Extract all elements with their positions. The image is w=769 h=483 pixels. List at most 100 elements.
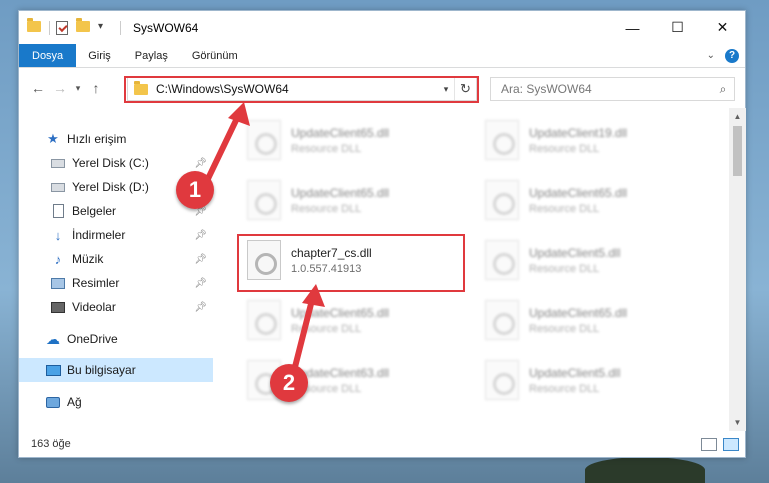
cloud-icon: ☁ xyxy=(46,330,60,347)
nav-item-quick-access[interactable]: ★ Hızlı erişim xyxy=(19,127,213,151)
pin-icon: 📌︎ xyxy=(194,277,207,289)
quick-access-toolbar: ▾ xyxy=(19,11,120,44)
up-arrow-icon[interactable]: ↑ xyxy=(85,80,107,96)
pictures-icon xyxy=(50,276,66,290)
file-type: Resource DLL xyxy=(529,382,600,395)
file-type: Resource DLL xyxy=(291,142,362,155)
videos-icon xyxy=(50,300,66,314)
file-tile[interactable]: UpdateClient65.dll Resource DLL xyxy=(247,114,477,166)
file-type: Resource DLL xyxy=(291,322,362,335)
nav-item-label: Resimler xyxy=(72,276,120,290)
file-name: UpdateClient65.dll xyxy=(291,125,390,140)
dll-file-icon xyxy=(247,180,281,220)
desktop-palm-silhouette xyxy=(585,457,705,483)
properties-icon[interactable] xyxy=(56,20,68,35)
file-type: Resource DLL xyxy=(529,142,600,155)
details-view-icon[interactable] xyxy=(701,437,717,451)
back-arrow-icon[interactable]: ← xyxy=(27,80,49,96)
address-highlight-box xyxy=(124,76,479,103)
forward-arrow-icon[interactable]: → xyxy=(49,80,71,96)
pin-icon: 📌︎ xyxy=(194,229,207,241)
tab-file[interactable]: Dosya xyxy=(19,44,77,67)
dll-file-icon xyxy=(485,300,519,340)
file-name: UpdateClient65.dll xyxy=(529,305,628,320)
music-icon: ♪ xyxy=(54,251,62,267)
help-icon[interactable]: ? xyxy=(725,48,739,63)
file-tile[interactable]: UpdateClient65.dll Resource DLL xyxy=(485,294,715,346)
pin-icon: 📌︎ xyxy=(194,301,207,313)
file-tile[interactable]: UpdateClient5.dll Resource DLL xyxy=(485,234,715,286)
file-type: Resource DLL xyxy=(291,202,362,215)
tab-view[interactable]: Görünüm xyxy=(180,44,250,67)
vertical-scrollbar[interactable]: ▲ ▼ xyxy=(729,108,746,431)
search-icon[interactable]: ⌕ xyxy=(712,82,734,97)
nav-item-label: İndirmeler xyxy=(72,228,126,242)
close-button[interactable]: ✕ xyxy=(700,11,745,44)
step-2-badge: 2 xyxy=(270,364,308,402)
minimize-button[interactable]: — xyxy=(610,11,655,44)
nav-item-music[interactable]: ♪ Müzik 📌︎ xyxy=(19,247,213,271)
scroll-down-icon[interactable]: ▼ xyxy=(729,414,746,431)
pin-icon: 📌︎ xyxy=(194,157,207,169)
dll-file-icon xyxy=(485,360,519,400)
tab-share[interactable]: Paylaş xyxy=(123,44,180,67)
scroll-up-icon[interactable]: ▲ xyxy=(729,108,746,125)
nav-item-label: Belgeler xyxy=(72,204,117,218)
nav-item-network[interactable]: Ağ xyxy=(19,390,213,414)
file-tile[interactable]: UpdateClient65.dll Resource DLL xyxy=(485,174,715,226)
window-title: SysWOW64 xyxy=(133,20,199,35)
recent-locations-icon[interactable]: ▾ xyxy=(71,83,85,94)
downloads-icon: ↓ xyxy=(54,227,62,243)
nav-item-downloads[interactable]: ↓ İndirmeler 📌︎ xyxy=(19,223,213,247)
nav-item-label: Yerel Disk (D:) xyxy=(72,180,149,194)
new-folder-icon[interactable] xyxy=(76,17,92,35)
file-tile[interactable]: UpdateClient65.dll Resource DLL xyxy=(247,174,477,226)
search-input[interactable]: Ara: SysWOW64 xyxy=(501,82,712,96)
step-1-badge: 1 xyxy=(176,171,214,209)
scrollbar-thumb[interactable] xyxy=(733,126,742,176)
dll-file-icon xyxy=(485,120,519,160)
nav-item-label: OneDrive xyxy=(67,332,118,346)
network-icon xyxy=(45,395,61,409)
nav-item-this-pc[interactable]: Bu bilgisayar xyxy=(19,358,213,382)
nav-item-label: Müzik xyxy=(72,252,104,266)
nav-item-pictures[interactable]: Resimler 📌︎ xyxy=(19,271,213,295)
ribbon-tabs: Dosya Giriş Paylaş Görünüm ⌄ ? xyxy=(19,44,745,68)
file-highlight-box xyxy=(237,234,465,292)
file-tile[interactable]: UpdateClient19.dll Resource DLL xyxy=(485,114,715,166)
customize-toolbar-icon[interactable]: ▾ xyxy=(98,21,114,35)
maximize-button[interactable]: ☐ xyxy=(655,11,700,44)
status-bar: 163 öğe xyxy=(19,431,745,457)
navigation-pane: ★ Hızlı erişim Yerel Disk (C:) 📌︎ Yerel … xyxy=(19,108,215,431)
file-type: Resource DLL xyxy=(529,262,600,275)
chevron-down-icon[interactable]: ⌄ xyxy=(707,50,715,61)
nav-item-label: Hızlı erişim xyxy=(67,132,127,146)
search-box[interactable]: Ara: SysWOW64 ⌕ xyxy=(490,77,735,101)
file-tile[interactable]: UpdateClient5.dll Resource DLL xyxy=(485,354,715,406)
file-tile[interactable]: UpdateClient65.dll Resource DLL xyxy=(247,294,477,346)
ribbon-right: ⌄ ? xyxy=(707,44,745,67)
window-controls: — ☐ ✕ xyxy=(610,11,745,44)
file-name: UpdateClient65.dll xyxy=(291,185,390,200)
nav-item-label: Yerel Disk (C:) xyxy=(72,156,149,170)
tiles-view-icon[interactable] xyxy=(723,437,739,451)
nav-item-local-disk-c[interactable]: Yerel Disk (C:) 📌︎ xyxy=(19,151,213,175)
folder-icon xyxy=(27,17,43,35)
title-bar: ▾ SysWOW64 — ☐ ✕ xyxy=(19,11,745,44)
toolbar-divider xyxy=(49,20,50,35)
file-name: UpdateClient5.dll xyxy=(529,245,621,260)
drive-icon xyxy=(50,156,66,170)
file-name: UpdateClient65.dll xyxy=(529,185,628,200)
documents-icon xyxy=(50,204,66,218)
nav-item-label: Ağ xyxy=(67,395,82,409)
nav-item-onedrive[interactable]: ☁ OneDrive xyxy=(19,327,213,351)
nav-item-label: Videolar xyxy=(72,300,116,314)
pin-icon: 📌︎ xyxy=(194,253,207,265)
computer-icon xyxy=(45,363,61,377)
nav-item-videos[interactable]: Videolar 📌︎ xyxy=(19,295,213,319)
star-icon: ★ xyxy=(47,131,59,146)
file-type: Resource DLL xyxy=(529,202,600,215)
tab-home[interactable]: Giriş xyxy=(76,44,123,67)
nav-item-label: Bu bilgisayar xyxy=(67,363,136,377)
file-name: UpdateClient5.dll xyxy=(529,365,621,380)
